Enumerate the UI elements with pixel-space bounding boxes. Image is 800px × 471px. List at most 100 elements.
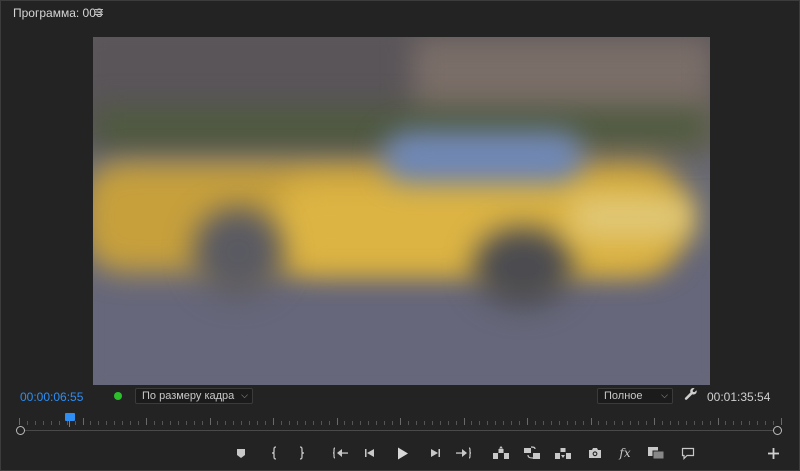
ruler-tick (320, 421, 322, 425)
add-button[interactable] (763, 445, 783, 461)
mark-in-button[interactable] (264, 445, 284, 461)
ruler-tick (638, 421, 640, 425)
ruler-tick (336, 418, 338, 425)
ruler-tick (241, 421, 243, 425)
lift-button[interactable] (491, 445, 511, 461)
step-back-button[interactable] (361, 445, 381, 461)
time-ruler[interactable] (19, 415, 782, 425)
comparison-view-button[interactable] (646, 445, 666, 461)
ruler-tick (265, 421, 267, 425)
ruler-tick (701, 421, 703, 425)
ruler-tick (233, 421, 235, 425)
scroll-bar-end-handle[interactable] (773, 426, 782, 435)
go-to-out-icon (455, 447, 471, 459)
play-button[interactable] (393, 445, 413, 461)
ruler-tick (209, 418, 211, 425)
ruler-tick (757, 421, 759, 425)
ruler-tick (50, 421, 52, 425)
headlight-blur (573, 197, 693, 237)
ruler-tick (630, 421, 632, 425)
ruler-tick (487, 421, 489, 425)
ruler-tick (384, 421, 386, 425)
ruler-tick (471, 421, 473, 425)
play-icon (397, 447, 409, 460)
comment-button[interactable] (678, 445, 698, 461)
ruler-tick (169, 421, 171, 425)
ruler-tick (26, 421, 28, 425)
playhead-handle[interactable] (65, 413, 75, 421)
playback-resolution-select[interactable]: Полное ⌵ (597, 388, 673, 404)
ruler-tick (34, 421, 36, 425)
zoom-select[interactable]: По размеру кадра ⌵ (135, 388, 253, 404)
ruler-tick (527, 418, 528, 425)
ruler-tick (590, 418, 592, 425)
mark-in-icon (270, 446, 278, 460)
wheel-blur (193, 207, 283, 297)
playhead-line (69, 421, 70, 427)
ruler-tick (479, 421, 481, 425)
status-dot (114, 392, 122, 400)
panel-title[interactable]: Программа: 003 (13, 6, 103, 20)
ruler-tick (574, 421, 576, 425)
ruler-tick (122, 421, 124, 425)
program-monitor-panel: Программа: 003 00:00:06:55 По размеру ка… (0, 0, 800, 471)
mark-out-icon (298, 446, 306, 460)
ruler-tick (503, 421, 505, 425)
ruler-tick (58, 421, 60, 425)
ruler-tick (582, 421, 584, 425)
ruler-tick (360, 421, 362, 425)
hamburger-icon[interactable] (95, 6, 103, 18)
ruler-tick (352, 421, 354, 425)
windshield-blur (383, 132, 583, 182)
go-to-out-button[interactable] (453, 445, 473, 461)
step-forward-icon (428, 448, 440, 458)
ruler-tick (138, 421, 140, 425)
ruler-tick (495, 421, 497, 425)
ruler-tick (781, 418, 782, 425)
step-forward-button[interactable] (424, 445, 444, 461)
ruler-tick (749, 421, 751, 425)
ruler-tick (42, 421, 44, 425)
ruler-tick (288, 421, 290, 425)
export-frame-button[interactable] (585, 445, 605, 461)
ruler-tick (90, 421, 92, 425)
fx-button[interactable]: fx (615, 445, 635, 461)
ruler-tick (550, 421, 552, 425)
go-to-in-button[interactable] (331, 445, 351, 461)
mark-out-button[interactable] (292, 445, 312, 461)
ruler-tick (519, 421, 521, 425)
ruler-tick (455, 421, 457, 425)
resolution-select-value: Полное (604, 390, 643, 402)
comparison-icon (647, 446, 665, 460)
ruler-tick (130, 421, 132, 425)
insert-button[interactable] (553, 445, 573, 461)
ruler-tick (19, 418, 20, 425)
ruler-tick (304, 421, 306, 425)
ruler-tick (400, 418, 401, 425)
current-timecode[interactable]: 00:00:06:55 (20, 390, 83, 404)
comment-icon (681, 447, 695, 460)
total-duration-timecode: 00:01:35:54 (707, 390, 771, 404)
ruler-tick (646, 421, 648, 425)
video-frame[interactable] (93, 37, 710, 385)
ruler-tick (66, 421, 68, 425)
ruler-tick (280, 421, 282, 425)
extract-icon (523, 446, 541, 460)
ruler-tick (82, 418, 84, 425)
ruler-tick (773, 421, 775, 425)
ruler-tick (654, 418, 655, 425)
ruler-tick (98, 421, 100, 425)
extract-button[interactable] (522, 445, 542, 461)
ruler-tick (106, 421, 108, 425)
ruler-tick (225, 421, 227, 425)
ruler-tick (415, 421, 417, 425)
ruler-tick (542, 421, 544, 425)
scroll-bar-start-handle[interactable] (16, 426, 25, 435)
zoom-scroll-bar[interactable] (20, 430, 777, 431)
ruler-tick (511, 421, 513, 425)
wrench-icon[interactable] (684, 387, 698, 406)
ruler-tick (431, 421, 433, 425)
ruler-tick (376, 421, 378, 425)
add-marker-button[interactable] (231, 445, 251, 461)
ruler-tick (392, 421, 394, 425)
